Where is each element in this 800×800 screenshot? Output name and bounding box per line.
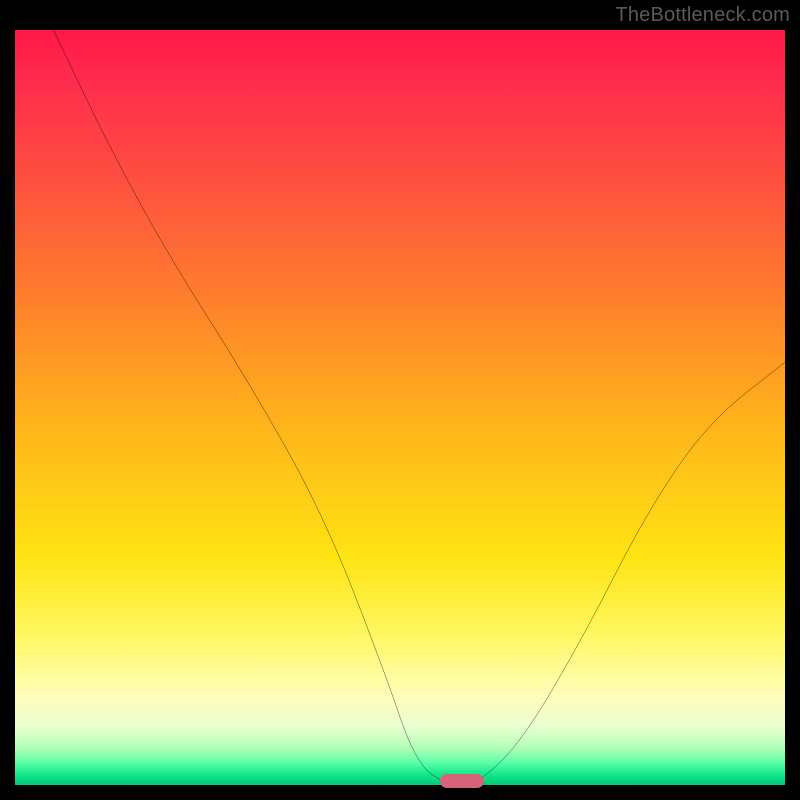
watermark-text: TheBottleneck.com bbox=[615, 4, 790, 27]
bottleneck-curve bbox=[15, 30, 785, 785]
chart-frame: TheBottleneck.com bbox=[0, 0, 800, 800]
plot-area bbox=[15, 30, 785, 785]
optimal-marker bbox=[440, 774, 484, 788]
curve-path bbox=[54, 30, 786, 785]
